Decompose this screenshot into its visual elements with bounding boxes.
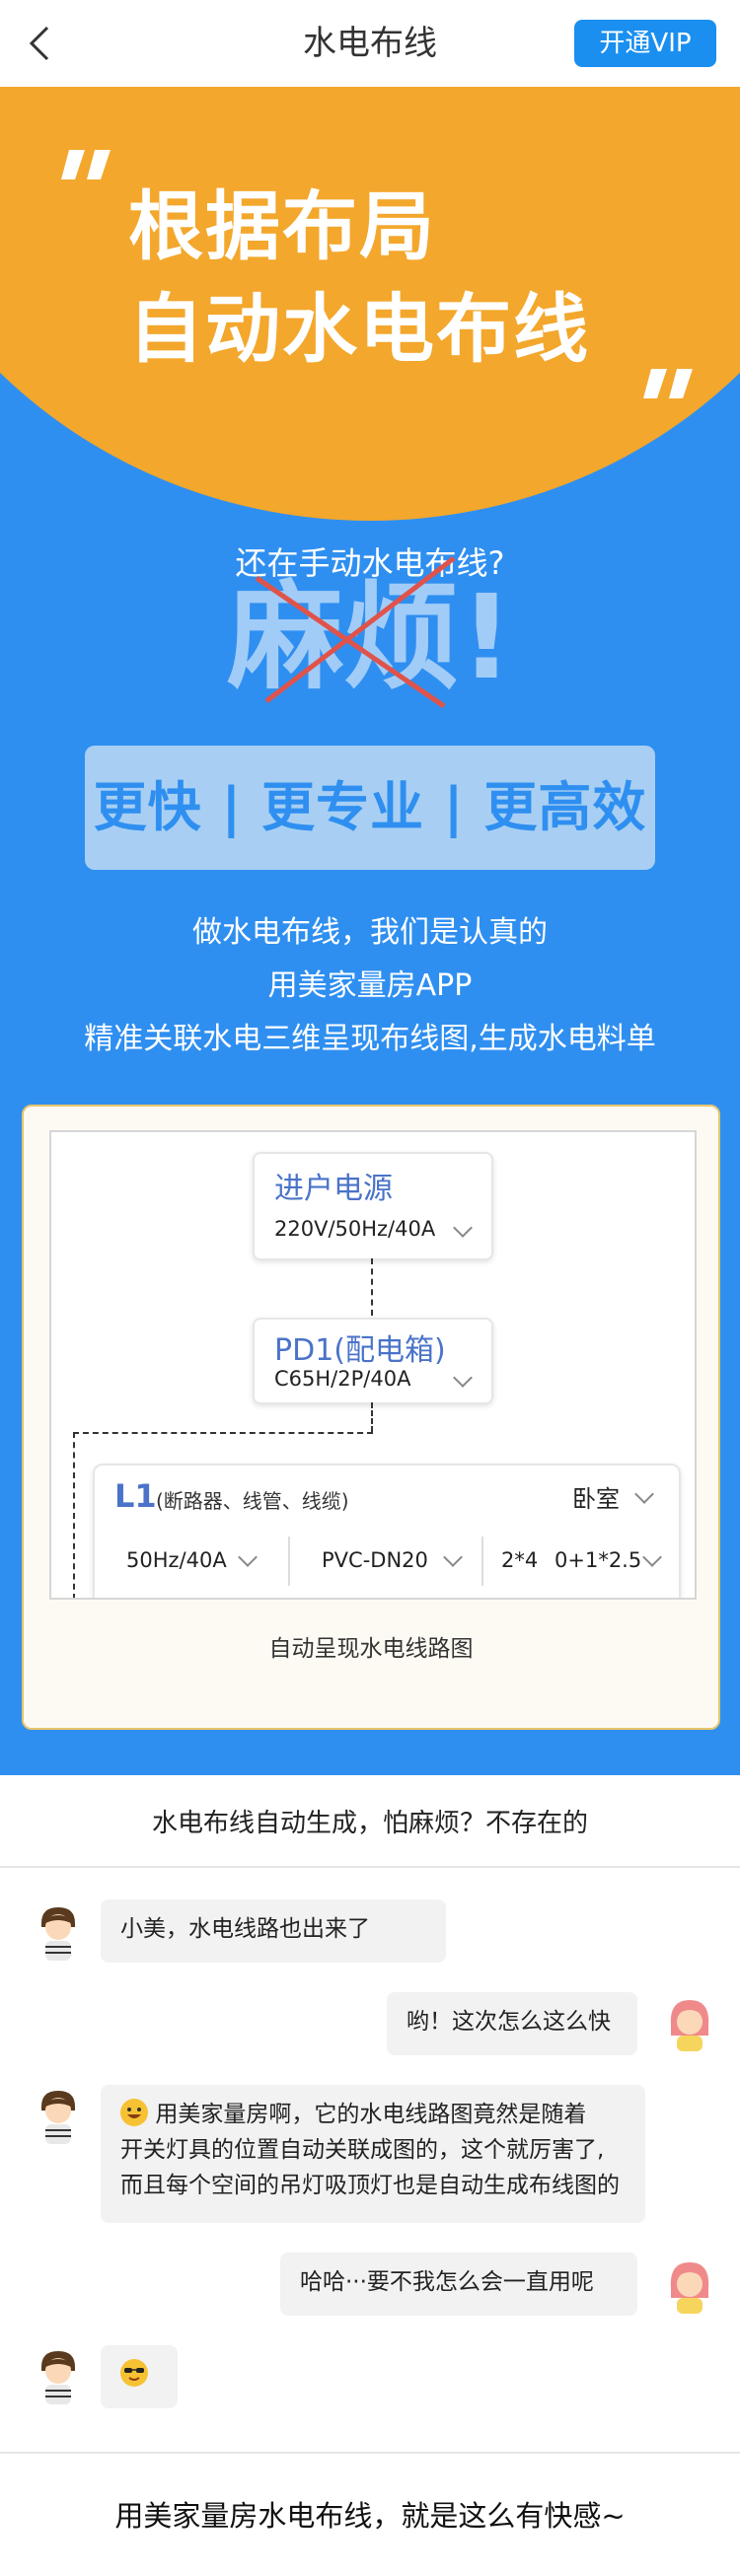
quote-open-icon bbox=[61, 150, 111, 179]
cable-spec-value[interactable]: 0+1*2.5 bbox=[555, 1548, 641, 1572]
open-vip-button[interactable]: 开通VIP bbox=[574, 20, 716, 67]
divider bbox=[288, 1537, 290, 1586]
circuit-l1-title: L1 bbox=[114, 1477, 157, 1515]
chevron-down-icon bbox=[642, 1547, 662, 1567]
quote-close-icon bbox=[643, 369, 693, 398]
boy-avatar-icon bbox=[41, 1907, 75, 1961]
chevron-down-icon bbox=[443, 1547, 463, 1567]
headline-line-2: 自动水电布线 bbox=[128, 285, 590, 373]
hero-headline: 根据布局 自动水电布线 bbox=[128, 176, 590, 381]
divider bbox=[481, 1537, 483, 1586]
top-bar: 水电布线 开通VIP bbox=[0, 0, 740, 88]
boy-avatar-icon bbox=[41, 2351, 75, 2404]
boy-avatar-icon bbox=[41, 2091, 75, 2144]
chat-message-2: 哟！这次怎么这么快 bbox=[387, 1992, 637, 2055]
distribution-box-spec: C65H/2P/40A bbox=[274, 1367, 411, 1391]
desc-line-3: 精准关联水电三维呈现布线图,生成水电料单 bbox=[84, 1022, 656, 1056]
sunglasses-emoji-icon bbox=[120, 2359, 148, 2387]
chevron-down-icon bbox=[453, 1368, 473, 1388]
circuit-l1-subtitle: (断路器、线管、线缆) bbox=[156, 1489, 349, 1513]
chat-header: 水电布线自动生成，怕麻烦？不存在的 bbox=[0, 1775, 740, 1868]
dashed-connector bbox=[73, 1432, 373, 1434]
divider bbox=[0, 2452, 740, 2454]
dashed-connector bbox=[371, 1258, 373, 1316]
grin-emoji-icon bbox=[120, 2099, 148, 2126]
distribution-box-title: PD1(配电箱) bbox=[274, 1333, 446, 1368]
headline-line-1: 根据布局 bbox=[128, 182, 436, 270]
chevron-down-icon bbox=[634, 1484, 654, 1504]
chat-message-3-text-1: 用美家量房啊，它的水电线路图竟然是随着 bbox=[155, 2102, 587, 2127]
chat-message-1: 小美，水电线路也出来了 bbox=[101, 1899, 446, 1963]
chat-message-3-line-2: 开关灯具的位置自动关联成图的，这个就厉害了, bbox=[120, 2137, 605, 2163]
chat-message-4: 哈哈···要不我怎么会一直用呢 bbox=[280, 2253, 637, 2316]
page: 水电布线 开通VIP 根据布局 自动水电布线 还在手动水电布线? 麻烦! 更快 … bbox=[0, 0, 740, 2576]
chat-message-3-line-3: 而且每个空间的吊灯吸顶灯也是自动生成布线图的 bbox=[120, 2173, 620, 2198]
diagram-caption: 自动呈现水电线路图 bbox=[268, 1636, 474, 1662]
chat-message-5 bbox=[101, 2345, 178, 2408]
desc-line-2: 用美家量房APP bbox=[267, 968, 473, 1003]
feature-pill: 更快 | 更专业 | 更高效 bbox=[85, 746, 655, 870]
chevron-down-icon bbox=[238, 1547, 258, 1567]
circuit-l1-card[interactable]: L1 (断路器、线管、线缆) 卧室 50Hz/40A PVC-DN20 2*4 … bbox=[93, 1464, 681, 1598]
diagram-card: 进户电源 220V/50Hz/40A PD1(配电箱) C65H/2P/40A … bbox=[22, 1105, 720, 1730]
cross-out-icon bbox=[255, 556, 456, 709]
girl-avatar-icon bbox=[670, 2000, 709, 2051]
dashed-connector bbox=[371, 1402, 373, 1432]
distribution-box-node[interactable]: PD1(配电箱) C65H/2P/40A bbox=[253, 1318, 493, 1404]
chat-message-3: 用美家量房啊，它的水电线路图竟然是随着 开关灯具的位置自动关联成图的，这个就厉害… bbox=[101, 2085, 645, 2223]
chat-header-text: 水电布线自动生成，怕麻烦？不存在的 bbox=[151, 1809, 588, 1838]
desc-line-1: 做水电布线，我们是认真的 bbox=[192, 915, 548, 950]
power-entry-spec: 220V/50Hz/40A bbox=[274, 1217, 436, 1241]
power-entry-title: 进户电源 bbox=[274, 1172, 393, 1206]
footer-slogan: 用美家量房水电布线，就是这么有快感~ bbox=[114, 2499, 626, 2533]
chat-message-3-line-1: 用美家量房啊，它的水电线路图竟然是随着 bbox=[120, 2097, 626, 2132]
room-selector[interactable]: 卧室 bbox=[572, 1479, 620, 1514]
breaker-value[interactable]: 50Hz/40A bbox=[126, 1548, 227, 1572]
hero-section: 根据布局 自动水电布线 还在手动水电布线? 麻烦! 更快 | 更专业 | 更高效… bbox=[0, 87, 740, 1775]
pipe-value[interactable]: PVC-DN20 bbox=[322, 1548, 428, 1572]
power-entry-node[interactable]: 进户电源 220V/50Hz/40A bbox=[253, 1152, 493, 1260]
chevron-down-icon bbox=[453, 1218, 473, 1238]
dashed-connector bbox=[73, 1432, 75, 1598]
girl-avatar-icon bbox=[670, 2262, 709, 2314]
cable-count-value[interactable]: 2*4 bbox=[501, 1548, 538, 1572]
wiring-diagram: 进户电源 220V/50Hz/40A PD1(配电箱) C65H/2P/40A … bbox=[49, 1130, 697, 1600]
